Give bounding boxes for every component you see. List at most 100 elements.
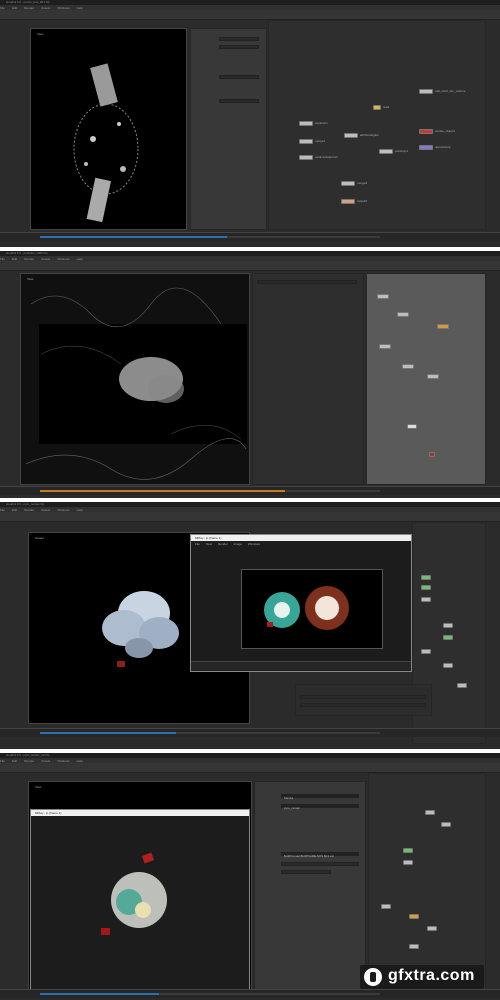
network-node[interactable] xyxy=(427,374,439,379)
playbar[interactable] xyxy=(0,728,500,737)
light-row[interactable] xyxy=(300,703,426,707)
param-name[interactable]: pyro_render xyxy=(281,804,359,810)
param-row[interactable] xyxy=(257,280,357,284)
mplay-image xyxy=(241,569,383,649)
screenshot-2: Houdini FX - particles_v002.hip File Edi… xyxy=(0,251,500,498)
node-explosion[interactable] xyxy=(299,121,313,126)
node-label: smoke_object1 xyxy=(435,129,456,133)
network-node[interactable] xyxy=(443,635,453,640)
network-node[interactable] xyxy=(409,914,419,919)
network-editor[interactable]: explosion merge1 attribwrangle1 pointvop… xyxy=(268,20,486,230)
network-node[interactable] xyxy=(437,324,449,329)
mplay-titlebar[interactable]: MPlay - ip (frame 1) xyxy=(191,535,411,541)
geometry-preview xyxy=(73,63,139,223)
parameter-panel[interactable]: Mantra pyro_render $HIP/render/$HIPNAME.… xyxy=(254,781,366,991)
playbar[interactable] xyxy=(0,486,500,495)
param-row[interactable] xyxy=(219,37,259,41)
node-trail-cloth[interactable] xyxy=(419,89,433,94)
network-node[interactable] xyxy=(421,649,431,654)
playbar[interactable] xyxy=(0,989,500,998)
node-label: merge1 xyxy=(315,139,326,143)
node-label: pointvop1 xyxy=(395,149,409,153)
mplay-menu-view[interactable]: View xyxy=(206,542,212,546)
param-row[interactable] xyxy=(281,862,359,866)
screenshot-1: Houdini FX - ocean_test_001.hip File Edi… xyxy=(0,0,500,247)
network-node[interactable] xyxy=(407,424,417,429)
node-attribwrangle1[interactable] xyxy=(344,133,358,138)
network-editor[interactable] xyxy=(366,273,486,485)
scene-viewer[interactable]: View xyxy=(20,273,250,485)
network-node[interactable] xyxy=(379,344,391,349)
screenshot-4: Houdini FX - pyro_render_v2.hip File Edi… xyxy=(0,753,500,1000)
node-rest1[interactable] xyxy=(373,105,381,110)
param-row[interactable] xyxy=(219,45,259,49)
scene-viewer[interactable]: View xyxy=(30,28,187,230)
network-node[interactable] xyxy=(427,926,437,931)
network-node[interactable] xyxy=(397,312,409,317)
node-volumerasterize1[interactable] xyxy=(299,155,313,160)
network-node[interactable] xyxy=(381,904,391,909)
network-node[interactable] xyxy=(409,944,419,949)
network-node[interactable] xyxy=(425,810,435,815)
mplay-menu-windows[interactable]: Windows xyxy=(248,542,260,546)
parameter-panel[interactable] xyxy=(190,28,267,230)
network-node[interactable] xyxy=(429,452,435,457)
viewer-label: View xyxy=(35,785,42,789)
param-value: $HIP/render/$HIPNAME.$OS.$F4.exr xyxy=(284,854,335,858)
network-node[interactable] xyxy=(377,294,389,299)
mplay-window[interactable]: MPlay - ip (frame 1) xyxy=(30,809,250,991)
render-preview xyxy=(101,852,167,935)
parameter-panel[interactable] xyxy=(252,273,364,485)
network-editor[interactable] xyxy=(368,773,486,991)
param-row[interactable] xyxy=(219,75,259,79)
light-row[interactable] xyxy=(300,695,426,699)
shelf-toolbar xyxy=(0,261,500,271)
network-node[interactable] xyxy=(441,822,451,827)
node-label: dopnetwork xyxy=(435,145,451,149)
particle-preview xyxy=(25,287,247,480)
node-label: output0 xyxy=(357,199,368,203)
timeline-range xyxy=(40,993,159,995)
network-node[interactable] xyxy=(457,683,467,688)
node-merge1[interactable] xyxy=(299,139,313,144)
network-node[interactable] xyxy=(443,623,453,628)
timeline-range xyxy=(40,732,176,734)
mplay-menu: File View Render Image Windows xyxy=(195,542,260,546)
network-node[interactable] xyxy=(443,663,453,668)
network-node[interactable] xyxy=(421,597,431,602)
param-value: pyro_render xyxy=(284,806,301,810)
gfxtra-logo-icon xyxy=(364,968,382,986)
param-row[interactable] xyxy=(281,870,331,874)
mplay-menu-image[interactable]: Image xyxy=(234,542,242,546)
param-row[interactable] xyxy=(219,99,259,103)
light-list-panel[interactable] xyxy=(295,684,432,716)
network-node[interactable] xyxy=(421,575,431,580)
timeline-track[interactable] xyxy=(40,490,380,492)
node-pointvop1[interactable] xyxy=(379,149,393,154)
node-output0[interactable] xyxy=(341,199,355,204)
mplay-window[interactable]: MPlay - ip (frame 1) File View Render Im… xyxy=(190,534,412,672)
timeline-range xyxy=(40,236,227,238)
mplay-menu-file[interactable]: File xyxy=(195,542,200,546)
node-dopnetwork[interactable] xyxy=(419,145,433,150)
node-label: volumerasterize1 xyxy=(315,155,338,159)
param-value: Mantra xyxy=(284,796,294,800)
timeline-track[interactable] xyxy=(40,236,380,238)
playbar[interactable] xyxy=(0,232,500,241)
watermark-badge: gfxtra.com xyxy=(360,965,484,989)
mplay-menu-render[interactable]: Render xyxy=(218,542,228,546)
node-label: rest1 xyxy=(383,105,390,109)
node-smoke-object[interactable] xyxy=(419,129,433,134)
param-output[interactable]: $HIP/render/$HIPNAME.$OS.$F4.exr xyxy=(281,852,359,858)
node-merge2[interactable] xyxy=(341,181,355,186)
network-node[interactable] xyxy=(421,585,431,590)
timeline-track[interactable] xyxy=(40,993,380,995)
network-node[interactable] xyxy=(402,364,414,369)
network-node[interactable] xyxy=(403,848,413,853)
node-label: trail_cloth_sim_volume xyxy=(435,89,466,93)
timeline-track[interactable] xyxy=(40,732,380,734)
shelf-toolbar xyxy=(0,512,500,522)
param-renderer[interactable]: Mantra xyxy=(281,794,359,800)
network-node[interactable] xyxy=(403,860,413,865)
mplay-timeline[interactable] xyxy=(191,661,411,670)
